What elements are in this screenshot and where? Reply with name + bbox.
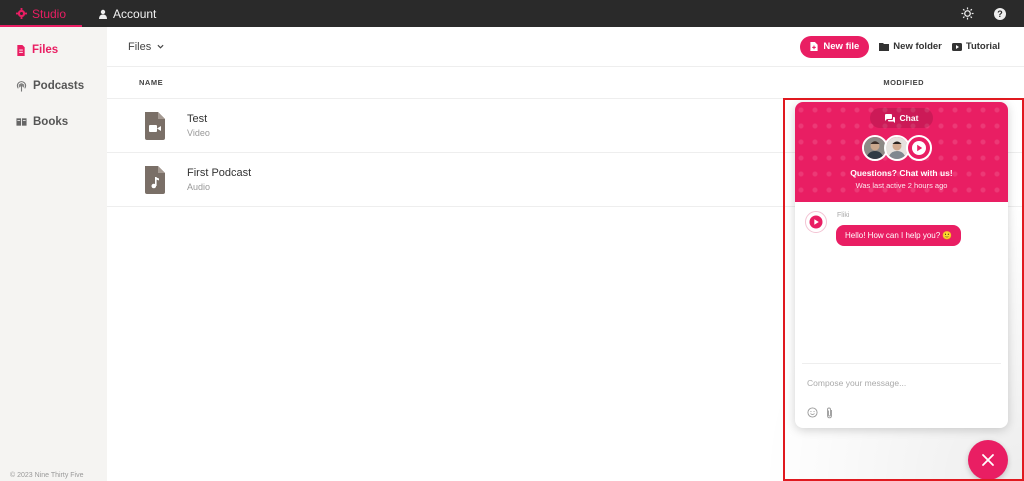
breadcrumb-label: Files: [128, 40, 152, 53]
new-file-icon: [810, 42, 818, 51]
chevron-down-icon: [157, 44, 164, 49]
file-type: Video: [187, 128, 210, 138]
file-title: First Podcast: [187, 167, 252, 179]
chat-tab-label: Chat: [899, 113, 919, 123]
file-type: Audio: [187, 182, 211, 192]
chat-tab[interactable]: Chat: [870, 108, 933, 128]
message-list: Fliki Hello! How can I help you? 🙂: [802, 202, 1001, 364]
books-icon: [16, 118, 27, 126]
podcast-icon: [16, 80, 27, 92]
studio-gear-icon: [16, 8, 27, 19]
top-bar: Studio Account ?: [0, 0, 1024, 27]
sidebar-item-label: Podcasts: [33, 80, 85, 92]
file-title: Test: [187, 113, 208, 125]
avatar: [805, 211, 827, 233]
avatar: [906, 135, 932, 161]
person-avatar-icon: [886, 137, 908, 159]
column-header-name[interactable]: NAME: [139, 78, 163, 87]
help-icon[interactable]: ?: [994, 7, 1006, 20]
new-folder-button[interactable]: New folder: [879, 41, 942, 52]
sidebar-item-label: Books: [33, 116, 69, 128]
sidebar-item-files[interactable]: Files: [0, 32, 107, 68]
tab-studio[interactable]: Studio: [0, 0, 83, 27]
copyright-text: © 2023 Nine Thirty Five: [10, 472, 84, 479]
table-header: NAME MODIFIED: [107, 67, 1024, 99]
sun-icon[interactable]: [961, 7, 974, 20]
sidebar-item-podcasts[interactable]: Podcasts: [0, 68, 107, 104]
fliki-logo-icon: [809, 215, 823, 229]
new-file-label: New file: [823, 41, 860, 52]
folder-icon: [879, 42, 890, 51]
tutorial-label: Tutorial: [965, 41, 1000, 52]
sidebar-item-books[interactable]: Books: [0, 104, 107, 140]
new-file-button[interactable]: New file: [800, 35, 870, 58]
chat-title: Questions? Chat with us!: [850, 168, 953, 178]
svg-text:?: ?: [997, 9, 1003, 19]
emoji-icon[interactable]: [807, 407, 818, 418]
sidebar-item-label: Files: [32, 44, 59, 56]
tab-account-label: Account: [113, 6, 157, 21]
agent-avatars: [862, 135, 932, 161]
user-icon: [99, 9, 108, 19]
chat-widget: Chat Questions? Chat with us! Was last a…: [795, 102, 1008, 428]
tab-account[interactable]: Account: [82, 0, 172, 27]
person-avatar-icon: [864, 137, 886, 159]
toolbar: Files New file New folder Tutorial: [107, 27, 1024, 67]
attachment-icon[interactable]: [825, 407, 834, 419]
sidebar: Files Podcasts Books © 2023 Nine Thirty …: [0, 27, 107, 481]
column-header-modified[interactable]: MODIFIED: [883, 78, 924, 87]
video-file-icon: [145, 111, 165, 140]
message-sender: Fliki: [837, 212, 850, 219]
compose-input[interactable]: Compose your message...: [807, 378, 906, 388]
close-icon: [982, 454, 994, 466]
chat-bubbles-icon: [884, 113, 895, 123]
tutorial-button[interactable]: Tutorial: [951, 41, 1000, 52]
fliki-logo-icon: [912, 141, 926, 155]
audio-file-icon: [145, 165, 165, 194]
file-icon: [17, 44, 25, 56]
new-folder-label: New folder: [893, 41, 942, 52]
message-bubble: Hello! How can I help you? 🙂: [836, 225, 962, 246]
breadcrumb[interactable]: Files: [128, 41, 164, 53]
chat-status: Was last active 2 hours ago: [855, 181, 948, 190]
chat-header: Chat Questions? Chat with us! Was last a…: [795, 102, 1008, 202]
play-video-icon: [951, 42, 962, 51]
chat-close-button[interactable]: [968, 440, 1008, 480]
tab-studio-label: Studio: [32, 6, 67, 21]
